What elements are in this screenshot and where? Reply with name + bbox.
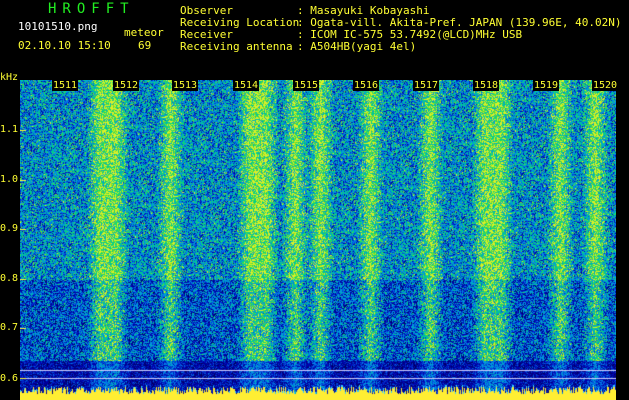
app-logo: HROFFT: [48, 1, 135, 17]
minute-label: 1513: [172, 80, 199, 91]
axis-tick-label: 0.9: [0, 223, 19, 234]
meta-antenna: Receiving antenna: A504HB(yagi 4el): [180, 40, 417, 53]
file-name: 10101510.png: [18, 20, 98, 33]
minute-label: 1520: [592, 80, 619, 91]
timestamp: 02.10.10 15:10: [18, 39, 111, 52]
minute-label: 1518: [473, 80, 500, 91]
axis-tick-label: 1.1: [0, 124, 19, 135]
minute-label: 1519: [533, 80, 560, 91]
axis-unit: kHz: [0, 72, 19, 83]
minute-label: 1512: [113, 80, 140, 91]
minute-label: 1516: [353, 80, 380, 91]
spectrogram-plot: [20, 80, 616, 400]
axis-tick-label: 0.6: [0, 373, 19, 384]
axis-tick-label: 1.0: [0, 174, 19, 185]
minute-label: 1511: [52, 80, 79, 91]
axis-tick-label: 0.8: [0, 273, 19, 284]
meteor-label: meteor: [124, 26, 164, 39]
axis-tick-label: 0.7: [0, 322, 19, 333]
minute-label: 1514: [233, 80, 260, 91]
minute-label: 1515: [293, 80, 320, 91]
minute-label: 1517: [413, 80, 440, 91]
meteor-count: 69: [138, 39, 152, 52]
